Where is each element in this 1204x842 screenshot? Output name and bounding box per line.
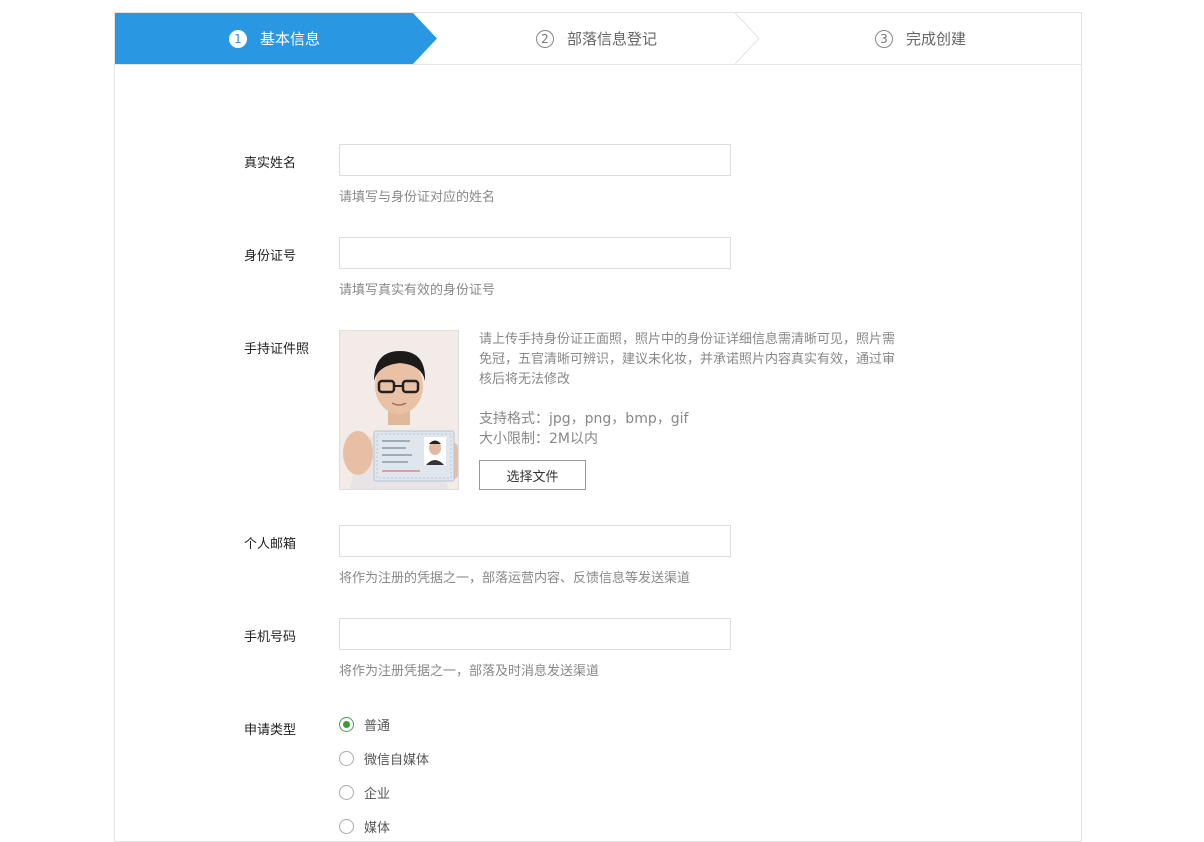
radio-button[interactable] xyxy=(339,819,354,834)
id-number-hint: 请填写真实有效的身份证号 xyxy=(339,283,496,298)
person-holding-id-illustration xyxy=(340,331,458,489)
step-label-1: 基本信息 xyxy=(260,30,321,48)
real-name-hint: 请填写与身份证对应的姓名 xyxy=(339,190,496,205)
step-2-tribe-info: 2 部落信息登记 xyxy=(536,13,657,64)
id-photo-sample-image xyxy=(339,330,459,490)
apply-type-label: 申请类型 xyxy=(244,723,297,738)
step-number-3: 3 xyxy=(875,29,893,48)
id-photo-description: 请上传手持身份证正面照，照片中的身份证详细信息需清晰可见，照片需免冠，五官清晰可… xyxy=(479,332,896,387)
id-number-input[interactable] xyxy=(339,237,731,269)
phone-hint: 将作为注册凭据之一，部落及时消息发送渠道 xyxy=(339,664,600,679)
radio-label-enterprise: 企业 xyxy=(364,787,391,802)
step-progress-bar: 1 基本信息 2 部落信息登记 3 完成创建 xyxy=(115,13,1081,65)
email-hint: 将作为注册的凭据之一，部落运营内容、反馈信息等发送渠道 xyxy=(339,571,691,586)
email-label: 个人邮箱 xyxy=(244,537,297,552)
choose-file-button[interactable]: 选择文件 xyxy=(479,460,586,490)
radio-option-media[interactable]: 媒体 xyxy=(339,817,390,836)
radio-button[interactable] xyxy=(339,785,354,800)
radio-label-wechat-media: 微信自媒体 xyxy=(364,753,430,768)
phone-input[interactable] xyxy=(339,618,731,650)
step-label-2: 部落信息登记 xyxy=(567,30,658,48)
radio-option-enterprise[interactable]: 企业 xyxy=(339,783,390,802)
real-name-input[interactable] xyxy=(339,144,731,176)
step-1-basic-info: 1 基本信息 xyxy=(229,13,320,64)
radio-option-normal[interactable]: 普通 xyxy=(339,715,390,734)
registration-panel: 1 基本信息 2 部落信息登记 3 完成创建 真实姓名 请填写与身份证对应的姓名… xyxy=(114,12,1082,842)
phone-label: 手机号码 xyxy=(244,630,297,645)
id-number-label: 身份证号 xyxy=(244,249,297,264)
radio-label-media: 媒体 xyxy=(364,821,391,836)
email-input[interactable] xyxy=(339,525,731,557)
step-3-complete: 3 完成创建 xyxy=(875,13,966,64)
step-label-3: 完成创建 xyxy=(906,30,967,48)
radio-label-normal: 普通 xyxy=(364,719,391,734)
step-number-2: 2 xyxy=(536,29,554,48)
supported-formats-text: 支持格式：jpg，png，bmp，gif xyxy=(479,411,689,427)
radio-option-wechat-media[interactable]: 微信自媒体 xyxy=(339,749,429,768)
id-photo-label: 手持证件照 xyxy=(244,342,310,357)
radio-button[interactable] xyxy=(339,751,354,766)
radio-button-checked[interactable] xyxy=(339,717,354,732)
size-limit-text: 大小限制：2M以内 xyxy=(479,431,598,447)
real-name-label: 真实姓名 xyxy=(244,156,297,171)
step-number-1: 1 xyxy=(229,29,247,48)
